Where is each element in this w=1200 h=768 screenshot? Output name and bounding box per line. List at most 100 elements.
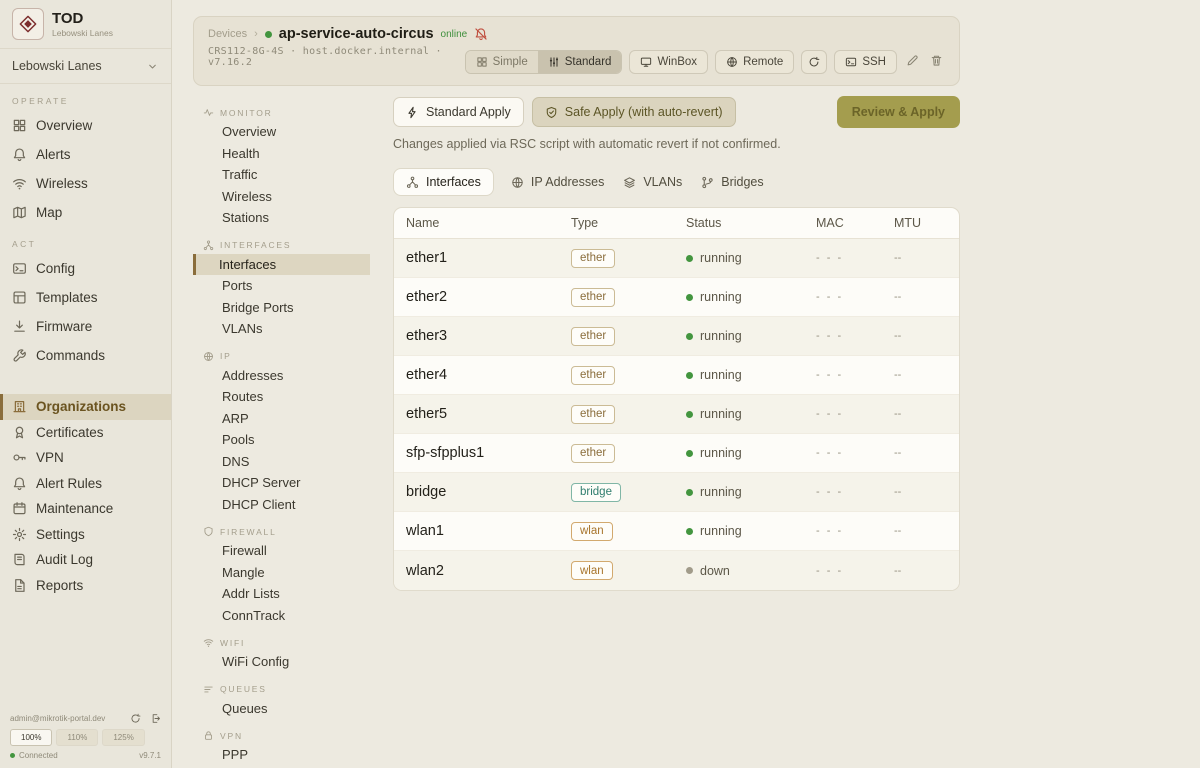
sidebar-item-maintenance[interactable]: Maintenance (0, 496, 171, 522)
sidebar-footer: admin@mikrotik-portal.dev 100% 110% 125%… (0, 707, 171, 768)
sidebar-item-map[interactable]: Map (0, 198, 171, 227)
refresh-icon (808, 56, 820, 68)
sidebar-item-reports[interactable]: Reports (0, 573, 171, 599)
logout-icon[interactable] (150, 713, 161, 724)
zoom-100-button[interactable]: 100% (10, 729, 52, 746)
sidebar-item-templates[interactable]: Templates (0, 283, 171, 312)
status-text: running (700, 329, 742, 343)
subnav-item-addresses[interactable]: Addresses (193, 365, 370, 387)
safe-apply-button[interactable]: Safe Apply (with auto-revert) (532, 97, 736, 127)
col-mac: MAC (816, 216, 894, 230)
bolt-icon (406, 106, 419, 119)
table-row[interactable]: ether2 ether running - - - -- (394, 278, 959, 317)
subnav-item-addr-lists[interactable]: Addr Lists (193, 583, 370, 605)
sidebar-item-alerts[interactable]: Alerts (0, 140, 171, 169)
interface-name: ether1 (406, 250, 571, 266)
status-text: running (700, 368, 742, 382)
subnav-item-stations[interactable]: Stations (193, 207, 370, 229)
table-row[interactable]: bridge bridge running - - - -- (394, 473, 959, 512)
table-row[interactable]: wlan2 wlan down - - - -- (394, 551, 959, 590)
device-name: ap-service-auto-circus (279, 26, 434, 42)
table-row[interactable]: ether1 ether running - - - -- (394, 239, 959, 278)
table-row[interactable]: ether4 ether running - - - -- (394, 356, 959, 395)
sidebar-item-overview[interactable]: Overview (0, 111, 171, 140)
sidebar-item-organizations[interactable]: Organizations (0, 394, 171, 420)
zoom-125-button[interactable]: 125% (102, 729, 144, 746)
subnav-item-dhcp-server[interactable]: DHCP Server (193, 472, 370, 494)
table-row[interactable]: ether3 ether running - - - -- (394, 317, 959, 356)
breadcrumb-devices[interactable]: Devices (208, 28, 247, 40)
table-row[interactable]: ether5 ether running - - - -- (394, 395, 959, 434)
delete-device-button[interactable] (928, 52, 945, 72)
subnav-item-wifi-config[interactable]: WiFi Config (193, 651, 370, 673)
remote-button[interactable]: Remote (715, 50, 794, 74)
subnav-item-vlans[interactable]: VLANs (193, 318, 370, 340)
status-dot (686, 255, 693, 262)
notifications-muted-icon[interactable] (474, 27, 488, 41)
file-icon (12, 578, 27, 593)
sidebar-item-wireless[interactable]: Wireless (0, 169, 171, 198)
subnav-item-arp[interactable]: ARP (193, 408, 370, 430)
subnav-item-overview[interactable]: Overview (193, 121, 370, 143)
subnav-item-firewall[interactable]: Firewall (193, 540, 370, 562)
zoom-110-button[interactable]: 110% (56, 729, 98, 746)
status-dot (686, 372, 693, 379)
sidebar-item-audit-log[interactable]: Audit Log (0, 547, 171, 573)
winbox-button[interactable]: WinBox (629, 50, 708, 74)
subnav-item-dhcp-client[interactable]: DHCP Client (193, 494, 370, 516)
sidebar-item-certificates[interactable]: Certificates (0, 420, 171, 446)
status-dot (686, 528, 693, 535)
table-row[interactable]: sfp-sfpplus1 ether running - - - -- (394, 434, 959, 473)
app-logo[interactable] (12, 8, 44, 40)
standard-apply-button[interactable]: Standard Apply (393, 97, 524, 127)
subnav-item-pools[interactable]: Pools (193, 429, 370, 451)
subnav-section-monitor: MONITOR (193, 96, 393, 121)
subnav-item-queues[interactable]: Queues (193, 698, 370, 720)
subnav-section-firewall: FIREWALL (193, 515, 393, 540)
subnav-item-ppp[interactable]: PPP (193, 744, 370, 766)
device-subnav: MONITOR Overview Health Traffic Wireless… (193, 96, 393, 766)
subnav-item-ports[interactable]: Ports (193, 275, 370, 297)
type-badge: ether (571, 327, 615, 346)
simple-mode-button[interactable]: Simple (466, 51, 538, 73)
subnav-item-conntrack[interactable]: ConnTrack (193, 605, 370, 627)
table-row[interactable]: wlan1 wlan running - - - -- (394, 512, 959, 551)
subnav-item-bridge-ports[interactable]: Bridge Ports (193, 297, 370, 319)
subnav-item-traffic[interactable]: Traffic (193, 164, 370, 186)
type-badge: bridge (571, 483, 621, 502)
mode-segmented-control: Simple Standard (465, 50, 623, 74)
tab-vlans[interactable]: VLANs (621, 168, 684, 196)
review-apply-button[interactable]: Review & Apply (837, 96, 960, 128)
subnav-item-interfaces[interactable]: Interfaces (193, 254, 370, 276)
org-selector[interactable]: Lebowski Lanes (0, 49, 171, 84)
edit-device-button[interactable] (904, 52, 921, 72)
sidebar-item-settings[interactable]: Settings (0, 522, 171, 548)
gear-icon (12, 527, 27, 542)
standard-mode-button[interactable]: Standard (538, 51, 622, 73)
sidebar-item-vpn[interactable]: VPN (0, 445, 171, 471)
status-text: running (700, 485, 742, 499)
section-label-operate: OPERATE (0, 84, 171, 111)
sidebar-item-config[interactable]: Config (0, 254, 171, 283)
pencil-icon (906, 54, 919, 67)
shield-check-icon (545, 106, 558, 119)
subnav-item-mangle[interactable]: Mangle (193, 562, 370, 584)
ssh-button[interactable]: SSH (834, 50, 897, 74)
tab-interfaces[interactable]: Interfaces (393, 168, 494, 196)
sidebar-item-firmware[interactable]: Firmware (0, 312, 171, 341)
status-dot (686, 333, 693, 340)
sidebar-item-commands[interactable]: Commands (0, 341, 171, 370)
refresh-device-button[interactable] (801, 50, 827, 74)
subnav-section-queues: QUEUES (193, 673, 393, 698)
layers-icon (623, 176, 636, 189)
connection-status: Connected (19, 751, 58, 760)
tab-bridges[interactable]: Bridges (699, 168, 765, 196)
sidebar-item-alert-rules[interactable]: Alert Rules (0, 471, 171, 497)
refresh-icon[interactable] (130, 713, 141, 724)
mac-value: - - - (816, 408, 894, 420)
subnav-item-health[interactable]: Health (193, 143, 370, 165)
subnav-item-routes[interactable]: Routes (193, 386, 370, 408)
tab-ip-addresses[interactable]: IP Addresses (509, 168, 606, 196)
subnav-item-wireless[interactable]: Wireless (193, 186, 370, 208)
subnav-item-dns[interactable]: DNS (193, 451, 370, 473)
